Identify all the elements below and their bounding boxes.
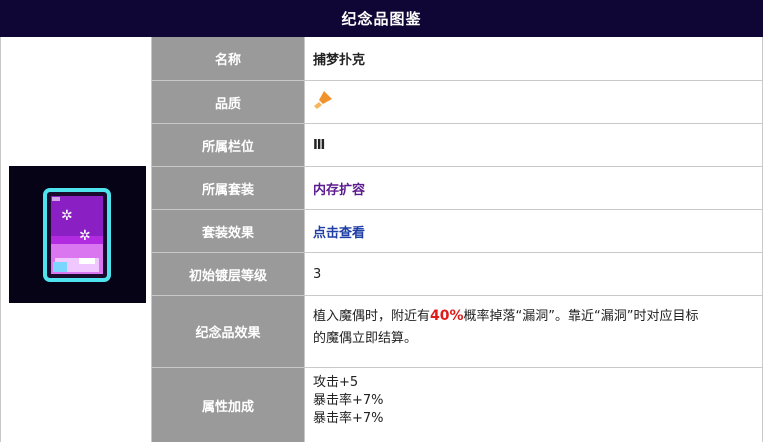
value-effect: 植入魔偶时，附近有40%概率掉落“漏洞”。靠近“漏洞”时对应目标 的魔偶立即结算…: [305, 296, 763, 367]
row-plating: 初始镀层等级 3: [152, 253, 763, 296]
row-set-effect: 套装效果 点击查看: [152, 210, 763, 253]
row-set: 所属套装 内存扩容: [152, 167, 763, 210]
value-set-effect: 点击查看: [305, 210, 763, 252]
set-link[interactable]: 内存扩容: [313, 179, 365, 198]
value-slot: Ⅲ: [305, 124, 763, 166]
view-set-effect-link[interactable]: 点击查看: [313, 222, 365, 241]
orange-quality-icon: [313, 90, 333, 114]
effect-highlight: 40%: [430, 308, 464, 324]
effect-line-1: 植入魔偶时，附近有40%概率掉落“漏洞”。靠近“漏洞”时对应目标: [313, 305, 762, 328]
dream-catcher-poker-icon: ✲ ✲: [9, 166, 146, 303]
label-plating: 初始镀层等级: [152, 253, 305, 295]
value-stats: 攻击+5 暴击率+7% 暴击率+7%: [305, 368, 763, 442]
value-name: 捕梦扑克: [305, 37, 763, 80]
label-set: 所属套装: [152, 167, 305, 209]
effect-line-2: 的魔偶立即结算。: [313, 331, 418, 346]
svg-text:✲: ✲: [79, 228, 91, 244]
stat-line: 暴击率+7%: [313, 393, 384, 408]
svg-text:✲: ✲: [61, 208, 73, 224]
row-slot: 所属栏位 Ⅲ: [152, 124, 763, 167]
value-plating: 3: [305, 253, 763, 295]
label-name: 名称: [152, 37, 305, 80]
label-slot: 所属栏位: [152, 124, 305, 166]
effect-text-before: 植入魔偶时，附近有: [313, 309, 431, 324]
row-effect: 纪念品效果 植入魔偶时，附近有40%概率掉落“漏洞”。靠近“漏洞”时对应目标 的…: [152, 296, 763, 368]
row-name: 名称 捕梦扑克: [152, 37, 763, 81]
image-cell: ✲ ✲: [0, 37, 152, 442]
card-title: 纪念品图鉴: [0, 0, 763, 37]
value-quality: [305, 81, 763, 123]
label-effect: 纪念品效果: [152, 296, 305, 367]
info-table: 名称 捕梦扑克 品质 所属栏位 Ⅲ 所属套装 内存扩容 套装效果 点击查看 初始…: [152, 37, 763, 442]
stat-line: 攻击+5: [313, 375, 359, 390]
effect-text-after: 概率掉落“漏洞”。靠近“漏洞”时对应目标: [463, 309, 699, 324]
value-set: 内存扩容: [305, 167, 763, 209]
label-quality: 品质: [152, 81, 305, 123]
stat-line: 暴击率+7%: [313, 411, 384, 426]
label-set-effect: 套装效果: [152, 210, 305, 252]
souvenir-card: 纪念品图鉴 ✲ ✲ 名称 捕梦扑克 品质 所属栏位 Ⅲ 所属套装 内存扩容 套装…: [0, 0, 763, 442]
label-stats: 属性加成: [152, 368, 305, 442]
row-stats: 属性加成 攻击+5 暴击率+7% 暴击率+7%: [152, 368, 763, 442]
row-quality: 品质: [152, 81, 763, 124]
